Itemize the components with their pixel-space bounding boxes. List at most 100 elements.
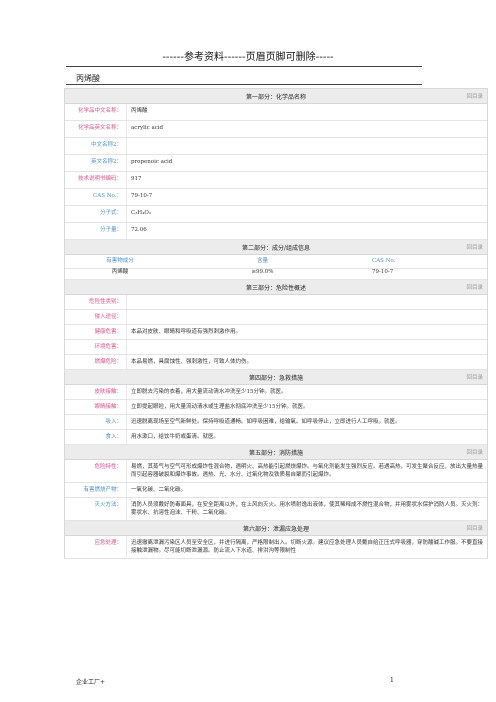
field-value: 立即脱去污染的衣着，用大量流动清水冲洗至少15分钟。就医。 bbox=[131, 389, 287, 395]
field-label: 技术说明书编码： bbox=[65, 172, 127, 188]
field-row: 皮肤接触： 立即脱去污染的衣着，用大量流动清水冲洗至少15分钟。就医。 bbox=[65, 385, 487, 400]
field-value: 丙烯酸 bbox=[131, 108, 148, 114]
field-value: acrylic acid bbox=[131, 125, 164, 131]
name-rows: 化学品中文名称： 丙烯酸化学品英文名称： acrylic acid 中文名称2： 英文名… bbox=[65, 104, 487, 240]
field-label: 化学品中文名称： bbox=[65, 104, 127, 120]
field-value: 本品对皮肤、眼睛和呼吸道有强烈刺激作用。 bbox=[131, 329, 242, 335]
section-header-hazards: 第三部分：危险性概述 回目录 bbox=[65, 280, 487, 295]
back-to-contents-link[interactable]: 回目录 bbox=[466, 524, 483, 532]
section-header-fire: 第五部分：消防措施 回目录 bbox=[65, 445, 487, 460]
field-row: 技术说明书编码： 917 bbox=[65, 172, 487, 189]
field-row: 化学品英文名称： acrylic acid bbox=[65, 121, 487, 138]
section-header-names: 第一部分：化学品名称 回目录 bbox=[65, 89, 487, 104]
field-row: 燃爆危险： 本品易燃，具腐蚀性、强刺激性，可致人体灼伤。 bbox=[65, 355, 487, 370]
table-cell: ≥99.0% bbox=[251, 269, 274, 275]
field-value: 用水漱口，给饮牛奶或蛋清。就医。 bbox=[131, 434, 220, 440]
field-label: 化学品英文名称： bbox=[65, 121, 127, 137]
field-label: 危险特性： bbox=[65, 460, 127, 482]
field-row: 吸入： 迅速脱离现场至空气新鲜处。保持呼吸道通畅。如呼吸困难，给输氧。如呼吸停止，… bbox=[65, 415, 487, 430]
field-label: 眼睛接触： bbox=[65, 400, 127, 414]
composition-data-row: 丙烯酸 ≥99.0% 79-10-7 bbox=[65, 266, 487, 280]
section-header-leak: 第六部分：泄漏应急处理 回目录 bbox=[65, 521, 487, 536]
field-value bbox=[127, 295, 487, 309]
footer-company: 企业工厂+ bbox=[76, 679, 106, 686]
section-title: 第三部分：危险性概述 bbox=[245, 284, 306, 292]
field-row: 食入： 用水漱口，给饮牛奶或蛋清。就医。 bbox=[65, 430, 487, 445]
field-value: 迅速撤离泄漏污染区人员至安全区，并进行隔离，严格限制出入。切断火源。建议应急处理… bbox=[131, 540, 484, 554]
field-label: 环境危害： bbox=[65, 340, 127, 354]
header-rule bbox=[66, 66, 422, 67]
field-row: 眼睛接触： 立即提起眼睑，用大量流动清水或生理盐水彻底冲洗至少15分钟。就医。 bbox=[65, 400, 487, 415]
field-label: 灭火方法： bbox=[65, 498, 127, 520]
field-row: 危险性类别： bbox=[65, 295, 487, 310]
section-title: 第五部分：消防措施 bbox=[248, 449, 303, 457]
field-label: 英文名称2： bbox=[65, 155, 127, 171]
field-value: 917 bbox=[131, 176, 142, 182]
table-cell: 79-10-7 bbox=[372, 269, 394, 275]
field-row: 分子式： C₃H₄O₂ bbox=[65, 206, 487, 223]
field-label: 有害燃烧产物： bbox=[65, 483, 127, 497]
document-title: 丙烯酸 bbox=[76, 74, 100, 83]
field-label: 健康危害： bbox=[65, 325, 127, 339]
field-label: 侵入途径： bbox=[65, 310, 127, 324]
first-aid-rows: 皮肤接触： 立即脱去污染的衣着，用大量流动清水冲洗至少15分钟。就医。 眼睛接触： 立… bbox=[65, 385, 487, 445]
field-row: 危险特性： 易燃，其蒸气与空气可形成爆炸性混合物，遇明火、高热能引起燃烧爆炸。与氧… bbox=[65, 460, 487, 483]
back-to-contents-link[interactable]: 回目录 bbox=[466, 373, 483, 381]
field-label: CAS No.： bbox=[65, 189, 127, 205]
field-row: 应急处理： 迅速撤离泄漏污染区人员至安全区，并进行隔离，严格限制出入。切断火源。建… bbox=[65, 536, 487, 559]
field-label: 食入： bbox=[65, 430, 127, 444]
field-row: 环境危害： bbox=[65, 340, 487, 355]
field-row: CAS No.： 79-10-7 bbox=[65, 189, 487, 206]
field-row: 中文名称2： bbox=[65, 138, 487, 155]
back-to-contents-link[interactable]: 回目录 bbox=[466, 283, 483, 291]
field-label: 分子式： bbox=[65, 206, 127, 222]
field-value: propenoic acid bbox=[131, 159, 173, 165]
field-row: 健康危害： 本品对皮肤、眼睛和呼吸道有强烈刺激作用。 bbox=[65, 325, 487, 340]
field-row: 英文名称2： propenoic acid bbox=[65, 155, 487, 172]
table-cell: 丙烯酸 bbox=[111, 269, 129, 275]
section-title: 第二部分：成分/组成信息 bbox=[241, 244, 311, 252]
back-to-contents-link[interactable]: 回目录 bbox=[466, 92, 483, 100]
leak-rows: 应急处理： 迅速撤离泄漏污染区人员至安全区，并进行隔离，严格限制出入。切断火源。建… bbox=[65, 536, 487, 559]
field-value: 立即提起眼睑，用大量流动清水或生理盐水彻底冲洗至少15分钟。就医。 bbox=[131, 404, 309, 410]
field-value: 易燃，其蒸气与空气可形成爆炸性混合物，遇明火、高热能引起燃烧爆炸。与氧化剂能发生… bbox=[131, 464, 484, 478]
field-label: 应急处理： bbox=[65, 536, 127, 558]
field-label: 分子量： bbox=[65, 223, 127, 239]
section-header-composition: 第二部分：成分/组成信息 回目录 bbox=[65, 240, 487, 255]
field-value: 72.06 bbox=[131, 227, 147, 233]
field-row: 侵入途径： bbox=[65, 310, 487, 325]
field-label: 吸入： bbox=[65, 415, 127, 429]
back-to-contents-link[interactable]: 回目录 bbox=[466, 243, 483, 251]
field-value bbox=[127, 310, 487, 324]
field-value: 迅速脱离现场至空气新鲜处。保持呼吸道通畅。如呼吸困难，给输氧。如呼吸停止，立即进… bbox=[131, 419, 401, 425]
footer-page-number: 1 bbox=[390, 677, 394, 684]
field-label: 中文名称2： bbox=[65, 138, 127, 154]
field-label: 燃爆危险： bbox=[65, 355, 127, 369]
section-title: 第四部分：急救措施 bbox=[248, 374, 303, 382]
section-title: 第六部分：泄漏应急处理 bbox=[242, 525, 309, 533]
field-value: 消防人员须戴好防毒面具，在安全距离以外，在上风向灭火。用水喷射逸出液体，使其稀释… bbox=[131, 502, 484, 516]
field-value: 一氧化碳、二氧化碳。 bbox=[131, 487, 187, 493]
column-header: 含量 bbox=[256, 258, 268, 264]
section-title: 第一部分：化学品名称 bbox=[245, 93, 306, 101]
field-label: 皮肤接触： bbox=[65, 385, 127, 399]
field-row: 分子量： 72.06 bbox=[65, 223, 487, 240]
field-value: C₃H₄O₂ bbox=[131, 210, 152, 216]
field-value bbox=[127, 340, 487, 354]
msds-form: 第一部分：化学品名称 回目录 化学品中文名称： 丙烯酸 化学品英文名称： acryli… bbox=[64, 88, 488, 559]
column-header: CAS No. bbox=[372, 258, 396, 264]
field-row: 化学品中文名称： 丙烯酸 bbox=[65, 104, 487, 121]
field-value: 本品易燃，具腐蚀性、强刺激性，可致人体灼伤。 bbox=[131, 359, 253, 365]
back-to-contents-link[interactable]: 回目录 bbox=[466, 448, 483, 456]
section-header-first-aid: 第四部分：急救措施 回目录 bbox=[65, 370, 487, 385]
field-row: 灭火方法： 消防人员须戴好防毒面具，在安全距离以外，在上风向灭火。用水喷射逸出液体… bbox=[65, 498, 487, 521]
header-banner: ------参考资料------页眉页脚可删除----- bbox=[162, 52, 334, 63]
fire-rows: 危险特性： 易燃，其蒸气与空气可形成爆炸性混合物，遇明火、高热能引起燃烧爆炸。与氧… bbox=[65, 460, 487, 521]
field-value bbox=[127, 138, 487, 154]
column-header: 有害物成分 bbox=[106, 258, 134, 264]
field-label: 危险性类别： bbox=[65, 295, 127, 309]
title-rule bbox=[66, 84, 422, 85]
field-row: 有害燃烧产物： 一氧化碳、二氧化碳。 bbox=[65, 483, 487, 498]
field-value: 79-10-7 bbox=[131, 193, 153, 199]
hazard-rows: 危险性类别： 侵入途径： 健康危害： 本品对皮肤、眼睛和呼吸道有强烈刺激作用。 环境危害… bbox=[65, 295, 487, 370]
